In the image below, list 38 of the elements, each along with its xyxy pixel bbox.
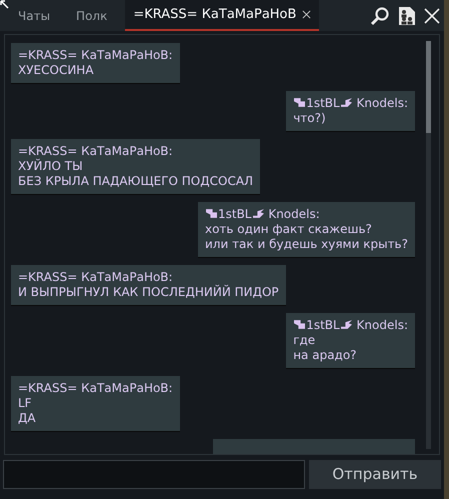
clan-tag: 1stBL <box>306 96 340 110</box>
close-icon[interactable] <box>424 8 440 24</box>
message-text: или так и будешь хуями крыть? <box>204 237 408 252</box>
clan-tag: 1stBL <box>306 318 340 332</box>
chat-tab[interactable]: Чаты <box>10 0 58 31</box>
chat-tab[interactable]: =KRASS= КаТаМаРаНоВ <box>125 0 320 31</box>
clan-tag: 1stBL <box>218 207 252 221</box>
resize-arrow-icon[interactable] <box>0 0 9 9</box>
clan-emblem-icon <box>294 320 306 329</box>
message-text: ХУЙЛО ТЫ <box>18 159 83 174</box>
message-input[interactable] <box>3 460 305 489</box>
message-text: на арадо? <box>293 348 357 363</box>
scrollbar-thumb[interactable] <box>426 41 431 133</box>
sender-name[interactable]: Knodels: <box>268 207 320 221</box>
sender-name[interactable]: Knodels: <box>356 96 408 110</box>
sender-name[interactable]: =KRASS= КаТаМаРаНоВ: <box>18 144 173 158</box>
message-text: ДА <box>18 411 36 426</box>
message-text: где <box>293 333 316 348</box>
message-text: БЕЗ КРЫЛА ПАДАЮЩЕГО ПОДСОСАЛ <box>18 174 254 189</box>
close-tab-icon[interactable] <box>302 10 312 19</box>
contacts-icon[interactable] <box>398 6 416 26</box>
clan-emblem-icon <box>206 209 217 218</box>
send-button[interactable]: Отправить <box>309 460 441 489</box>
chat-tab[interactable]: Полк <box>68 0 116 31</box>
clan-emblem-icon <box>340 98 352 107</box>
sender-name[interactable]: =KRASS= КаТаМаРаНоВ: <box>18 48 173 62</box>
clan-emblem-icon <box>294 98 306 107</box>
message-text: LF <box>18 396 32 411</box>
sender-name[interactable]: =KRASS= КаТаМаРаНоВ: <box>18 381 173 395</box>
sender-name[interactable]: Knodels: <box>356 318 408 332</box>
message-text: ХУЕСОСИНА <box>18 63 94 78</box>
message-text: что?) <box>293 111 326 126</box>
clan-emblem-icon <box>340 320 352 329</box>
message-text: И ВЫПРЫГНУЛ КАК ПОСЛЕДНИЙЙ ПИДОР <box>18 285 279 300</box>
message-text: хоть один факт скажешь? <box>204 222 372 237</box>
search-icon[interactable] <box>370 6 390 26</box>
clan-emblem-icon <box>252 209 264 218</box>
sender-name[interactable]: =KRASS= КаТаМаРаНоВ: <box>18 270 173 284</box>
